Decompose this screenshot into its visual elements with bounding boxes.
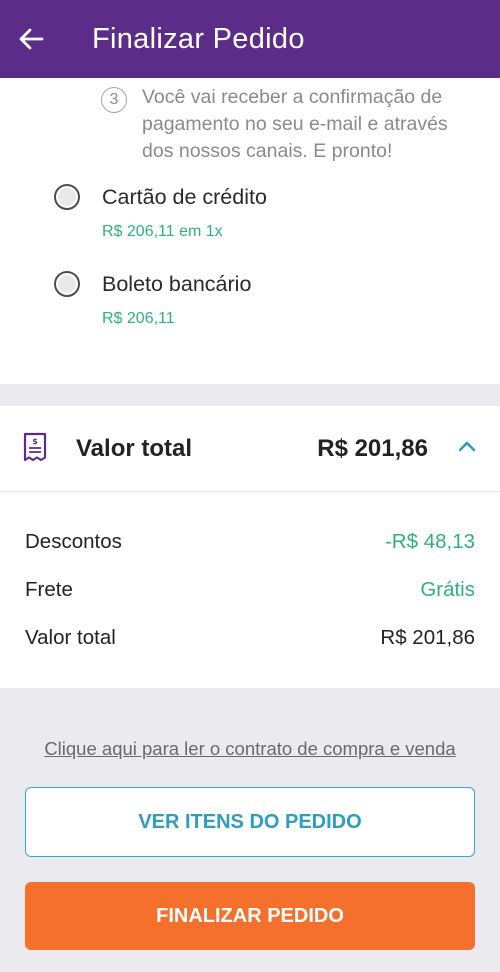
total-value: R$ 201,86: [317, 434, 428, 462]
view-items-button[interactable]: VER ITENS DO PEDIDO: [25, 787, 475, 857]
option-label: Cartão de crédito: [102, 184, 267, 209]
summary-value: -R$ 48,13: [384, 530, 475, 553]
total-label: Valor total: [76, 434, 193, 462]
step-number-badge: 3: [101, 87, 127, 113]
summary-label: Frete: [25, 578, 73, 601]
svg-text:$: $: [32, 437, 38, 446]
option-label: Boleto bancário: [102, 271, 252, 296]
option-price: R$ 206,11 em 1x: [102, 223, 223, 240]
summary-label: Descontos: [25, 530, 122, 553]
total-header[interactable]: $ Valor total R$ 201,86: [0, 406, 500, 492]
credit-card-radio[interactable]: [54, 184, 80, 210]
payment-options-card: 3 Você vai receber a confirmação de paga…: [0, 78, 500, 384]
summary-label: Valor total: [25, 626, 116, 649]
back-button[interactable]: [0, 0, 70, 78]
summary-row-total: Valor total R$ 201,86: [25, 626, 475, 650]
summary-value: Grátis: [420, 578, 475, 601]
page-title: Finalizar Pedido: [92, 22, 305, 55]
summary-value: R$ 201,86: [380, 626, 475, 649]
payment-option-boleto[interactable]: Boleto bancário R$ 206,11: [54, 271, 251, 328]
payment-option-credit-card[interactable]: Cartão de crédito R$ 206,11 em 1x: [54, 184, 267, 241]
boleto-radio[interactable]: [54, 271, 80, 297]
arrow-left-icon: [19, 28, 44, 50]
summary-row-shipping: Frete Grátis: [25, 578, 475, 602]
summary-row-discount: Descontos -R$ 48,13: [25, 530, 475, 554]
payment-step: 3 Você vai receber a confirmação de paga…: [101, 84, 462, 165]
chevron-up-icon[interactable]: [458, 440, 476, 452]
checkout-button[interactable]: FINALIZAR PEDIDO: [25, 882, 475, 950]
receipt-icon: $: [23, 432, 47, 462]
app-bar: Finalizar Pedido: [0, 0, 500, 78]
option-price: R$ 206,11: [102, 310, 175, 327]
contract-link[interactable]: Clique aqui para ler o contrato de compr…: [0, 738, 500, 760]
order-total-card: $ Valor total R$ 201,86 Descontos -R$ 48…: [0, 406, 500, 688]
step-description: Você vai receber a confirmação de pagame…: [142, 86, 448, 162]
